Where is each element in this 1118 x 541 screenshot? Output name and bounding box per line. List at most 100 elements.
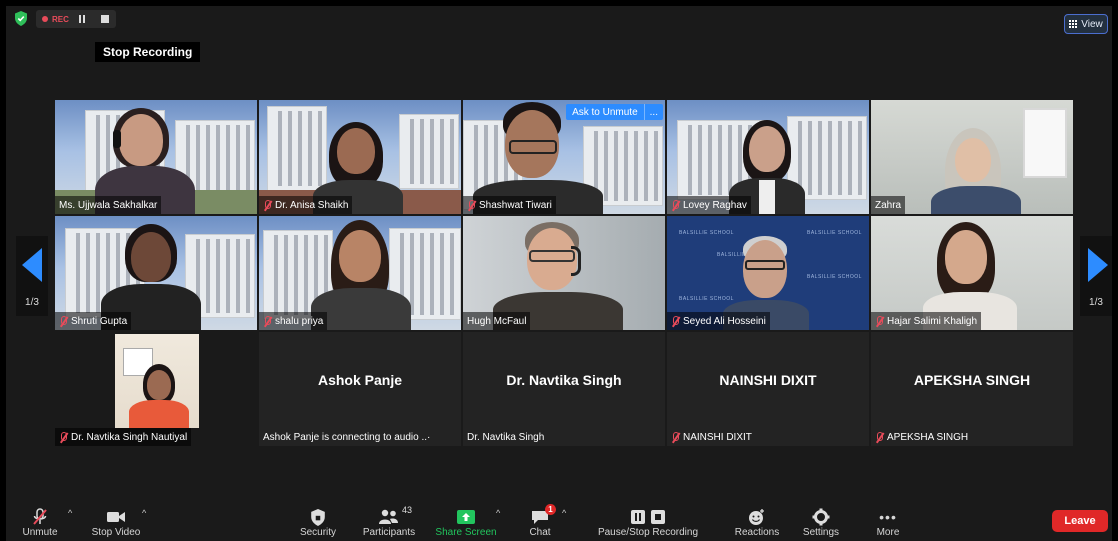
chat-unread-badge: 1 — [545, 504, 556, 515]
recording-label: REC — [52, 14, 69, 24]
share-screen-icon — [457, 510, 475, 524]
settings-label: Settings — [802, 527, 840, 538]
video-tile[interactable]: Ashok Panje Ashok Panje is connecting to… — [259, 332, 461, 446]
muted-mic-icon — [263, 199, 272, 211]
audio-options-chevron-icon[interactable]: ^ — [68, 508, 72, 518]
zoom-window: REC Stop Recording View 1/3 1/3 Ms. Ujjw… — [6, 6, 1112, 541]
video-tile[interactable]: Dr. Anisa Shaikh — [259, 100, 461, 214]
participant-name-bar: Dr. Navtika Singh — [463, 428, 548, 446]
ask-to-unmute-button[interactable]: Ask to Unmute — [566, 107, 644, 118]
video-tile[interactable]: Lovey Raghav — [667, 100, 869, 214]
arrow-left-icon — [22, 248, 42, 282]
recording-dot-icon — [42, 16, 48, 22]
muted-mic-icon — [467, 199, 476, 211]
stop-recording-icon[interactable] — [100, 15, 109, 23]
chat-options-chevron-icon[interactable]: ^ — [562, 508, 566, 518]
tile-more-button[interactable]: ... — [643, 104, 663, 120]
pause-recording-icon[interactable] — [78, 15, 85, 23]
next-page-button[interactable]: 1/3 — [1080, 236, 1112, 316]
video-tile[interactable]: Hajar Salimi Khaligh — [871, 216, 1073, 330]
participant-name: Hajar Salimi Khaligh — [887, 315, 978, 327]
video-tile[interactable]: Ask to Unmute ... Shashwat Tiwari — [463, 100, 665, 214]
stop-recording-tooltip: Stop Recording — [95, 42, 201, 62]
background-logo-text: BALSILLIE SCHOOL — [679, 296, 734, 302]
reactions-button[interactable]: Reactions — [730, 502, 784, 541]
settings-button[interactable]: Settings — [798, 502, 844, 541]
participants-icon — [379, 509, 398, 524]
view-button-label: View — [1081, 18, 1103, 30]
video-tile[interactable]: shalu priya — [259, 216, 461, 330]
participant-name: Seyed Ali Hosseini — [683, 315, 766, 327]
video-tile[interactable]: Hugh McFaul — [463, 216, 665, 330]
video-tile[interactable]: Ms. Ujjwala Sakhalkar — [55, 100, 257, 214]
pause-icon — [631, 510, 645, 524]
share-screen-label: Share Screen — [435, 527, 497, 538]
muted-mic-icon — [263, 315, 272, 327]
gear-icon — [812, 508, 830, 526]
muted-mic-icon — [671, 431, 680, 443]
participant-name-bar: Lovey Raghav — [667, 196, 751, 214]
arrow-right-icon — [1088, 248, 1108, 282]
stop-video-button[interactable]: Stop Video — [88, 502, 144, 541]
video-tile[interactable]: NAINSHI DIXIT NAINSHI DIXIT — [667, 332, 869, 446]
video-tile[interactable]: Dr. Navtika Singh Nautiyal — [55, 332, 257, 446]
background-logo-text: BALSILLIE SCHOOL — [807, 274, 862, 280]
more-dots-icon: ••• — [879, 509, 897, 525]
muted-mic-icon — [59, 315, 68, 327]
security-shield-icon[interactable] — [14, 11, 28, 26]
ask-to-unmute-tag[interactable]: Ask to Unmute ... — [566, 104, 663, 120]
unmute-label: Unmute — [22, 527, 58, 538]
participant-name-bar: Seyed Ali Hosseini — [667, 312, 770, 330]
chat-button[interactable]: 1 Chat — [522, 502, 558, 541]
share-screen-button[interactable]: Share Screen — [434, 502, 498, 541]
stop-icon — [651, 510, 665, 524]
page-indicator-left: 1/3 — [25, 297, 39, 308]
muted-mic-icon — [59, 431, 68, 443]
leave-button[interactable]: Leave — [1052, 510, 1108, 532]
participant-name: Hugh McFaul — [467, 315, 527, 327]
participant-name: APEKSHA SINGH — [887, 431, 969, 443]
recording-indicator: REC — [36, 10, 116, 28]
pause-stop-recording-button[interactable]: Pause/Stop Recording — [592, 502, 704, 541]
video-tile[interactable]: Dr. Navtika Singh Dr. Navtika Singh — [463, 332, 665, 446]
participant-name: Dr. Anisa Shaikh — [275, 199, 349, 211]
video-tile[interactable]: Zahra — [871, 100, 1073, 214]
share-options-chevron-icon[interactable]: ^ — [496, 508, 500, 518]
more-button[interactable]: ••• More — [870, 502, 906, 541]
video-options-chevron-icon[interactable]: ^ — [142, 508, 146, 518]
more-label: More — [876, 527, 900, 538]
participant-name-card: Ashok Panje — [317, 372, 403, 388]
meeting-toolbar: Unmute ^ Stop Video ^ Security 43 Partic… — [6, 502, 1112, 541]
page-indicator-right: 1/3 — [1089, 297, 1103, 308]
participants-button[interactable]: 43 Participants — [358, 502, 420, 541]
view-button[interactable]: View — [1064, 14, 1108, 34]
previous-page-button[interactable]: 1/3 — [16, 236, 48, 316]
video-tile[interactable]: APEKSHA SINGH APEKSHA SINGH — [871, 332, 1073, 446]
security-button[interactable]: Security — [298, 502, 338, 541]
participant-name-card: NAINSHI DIXIT — [719, 372, 817, 388]
stop-video-label: Stop Video — [91, 527, 141, 538]
chat-label: Chat — [529, 527, 551, 538]
video-tile[interactable]: BALSILLIE SCHOOL BALSILLIE SCHOOL BALSIL… — [667, 216, 869, 330]
muted-mic-icon — [671, 199, 680, 211]
unmute-button[interactable]: Unmute — [20, 502, 60, 541]
grid-view-icon — [1069, 19, 1079, 29]
reactions-smiley-icon — [749, 509, 764, 525]
participant-name: shalu priya — [275, 315, 324, 327]
participant-name: Lovey Raghav — [683, 199, 747, 211]
participant-name-bar: NAINSHI DIXIT — [667, 428, 756, 446]
participant-name-bar: Shruti Gupta — [55, 312, 132, 330]
participant-video — [115, 334, 199, 428]
security-label: Security — [299, 527, 337, 538]
muted-microphone-icon — [33, 508, 47, 525]
security-shield-icon — [311, 508, 325, 526]
participant-name-card: APEKSHA SINGH — [913, 372, 1031, 388]
participant-name-bar: Ms. Ujjwala Sakhalkar — [55, 196, 162, 214]
participant-name: Dr. Navtika Singh Nautiyal — [71, 431, 188, 443]
participant-name: Dr. Navtika Singh — [467, 431, 545, 443]
video-tile[interactable]: Shruti Gupta — [55, 216, 257, 330]
muted-mic-icon — [875, 431, 884, 443]
participant-name-bar: Dr. Navtika Singh Nautiyal — [55, 428, 192, 446]
muted-mic-icon — [875, 315, 884, 327]
reactions-label: Reactions — [734, 527, 780, 538]
